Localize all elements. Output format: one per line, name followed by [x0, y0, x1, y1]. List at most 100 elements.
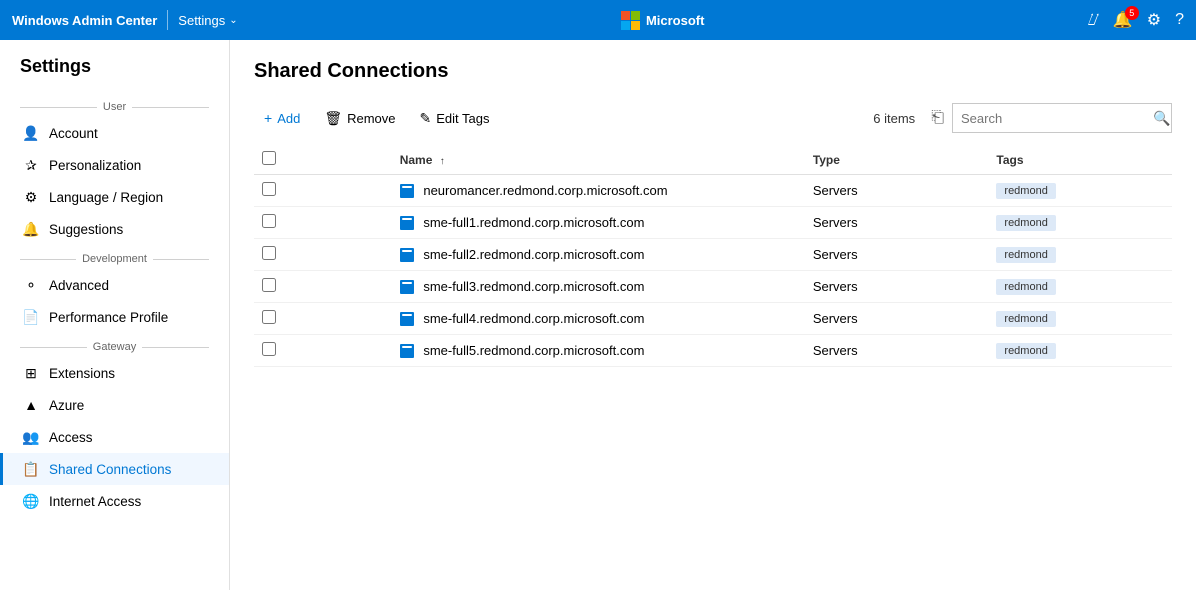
- sidebar-item-extensions-label: Extensions: [49, 366, 115, 381]
- cog-icon: ⚬: [23, 277, 39, 293]
- edit-tags-button[interactable]: ✎ Edit Tags: [410, 105, 500, 132]
- sidebar-item-advanced[interactable]: ⚬ Advanced: [0, 269, 229, 301]
- sidebar-item-azure[interactable]: ▲ Azure: [0, 389, 229, 421]
- sidebar-section-gateway: Gateway: [0, 333, 229, 357]
- content-area: Shared Connections + Add 🗑 Remove ✎ Edit…: [230, 40, 1196, 590]
- table-row: sme-full1.redmond.corp.microsoft.com Ser…: [254, 207, 1172, 239]
- tags-column-header[interactable]: Tags: [988, 145, 1172, 175]
- sidebar-item-azure-label: Azure: [49, 398, 84, 413]
- row-tags: redmond: [988, 303, 1172, 335]
- row-checkbox[interactable]: [262, 246, 276, 260]
- server-icon: [400, 184, 414, 198]
- gear-icon: ⚙: [23, 189, 39, 205]
- row-type: Servers: [805, 303, 989, 335]
- add-button[interactable]: + Add: [254, 105, 310, 131]
- sidebar-item-extensions[interactable]: ⊞ Extensions: [0, 357, 229, 389]
- server-name: sme-full3.redmond.corp.microsoft.com: [423, 279, 644, 294]
- row-checkbox-cell: [254, 207, 392, 239]
- sidebar-item-performance-label: Performance Profile: [49, 310, 168, 325]
- sidebar-item-suggestions[interactable]: 🔔 Suggestions: [0, 213, 229, 245]
- triangle-icon: ▲: [23, 397, 39, 413]
- row-checkbox[interactable]: [262, 182, 276, 196]
- tag-badge: redmond: [996, 183, 1055, 199]
- sidebar-item-sharedconnections-label: Shared Connections: [49, 462, 171, 477]
- microsoft-label: Microsoft: [646, 13, 705, 28]
- topbar-divider: [167, 10, 168, 30]
- remove-button[interactable]: 🗑 Remove: [314, 105, 405, 132]
- server-icon: [400, 216, 414, 230]
- row-checkbox[interactable]: [262, 214, 276, 228]
- tag-badge: redmond: [996, 279, 1055, 295]
- sidebar-item-access-label: Access: [49, 430, 93, 445]
- add-label: Add: [277, 111, 300, 126]
- row-type: Servers: [805, 271, 989, 303]
- server-icon: [400, 312, 414, 326]
- tag-badge: redmond: [996, 311, 1055, 327]
- edit-tags-label: Edit Tags: [436, 111, 489, 126]
- sidebar-item-sharedconnections[interactable]: 📋 Shared Connections: [0, 453, 229, 485]
- table-row: sme-full3.redmond.corp.microsoft.com Ser…: [254, 271, 1172, 303]
- name-column-header[interactable]: Name ↑: [392, 145, 805, 175]
- table-row: sme-full5.redmond.corp.microsoft.com Ser…: [254, 335, 1172, 367]
- row-tags: redmond: [988, 239, 1172, 271]
- server-icon: [400, 248, 414, 262]
- search-input[interactable]: [953, 104, 1145, 132]
- sidebar-item-personalization[interactable]: ✰ Personalization: [0, 149, 229, 181]
- tag-icon: ✎: [420, 110, 432, 127]
- row-checkbox-cell: [254, 239, 392, 271]
- row-type: Servers: [805, 335, 989, 367]
- table-row: sme-full4.redmond.corp.microsoft.com Ser…: [254, 303, 1172, 335]
- row-checkbox-cell: [254, 335, 392, 367]
- row-checkbox[interactable]: [262, 342, 276, 356]
- notification-button[interactable]: 🔔 5: [1113, 10, 1133, 30]
- row-checkbox[interactable]: [262, 278, 276, 292]
- settings-menu[interactable]: Settings ⌄: [178, 13, 237, 28]
- row-checkbox-cell: [254, 303, 392, 335]
- sidebar-item-account[interactable]: 👤 Account: [0, 117, 229, 149]
- sidebar-item-internetaccess-label: Internet Access: [49, 494, 141, 509]
- people-icon: 👥: [23, 429, 39, 445]
- bell-icon: 🔔: [23, 221, 39, 237]
- sidebar-item-language[interactable]: ⚙ Language / Region: [0, 181, 229, 213]
- page-title: Shared Connections: [254, 60, 1172, 83]
- person-icon: 👤: [23, 125, 39, 141]
- row-type: Servers: [805, 175, 989, 207]
- row-name: sme-full1.redmond.corp.microsoft.com: [392, 207, 805, 239]
- row-name: sme-full2.redmond.corp.microsoft.com: [392, 239, 805, 271]
- sidebar-section-user: User: [0, 93, 229, 117]
- sidebar-item-access[interactable]: 👥 Access: [0, 421, 229, 453]
- toolbar: + Add 🗑 Remove ✎ Edit Tags 6 items ⎗ 🔍: [254, 103, 1172, 133]
- search-box: 🔍: [952, 103, 1172, 133]
- remove-label: Remove: [347, 111, 395, 126]
- remove-icon: 🗑: [324, 110, 342, 127]
- topbar: Windows Admin Center Settings ⌄ Microsof…: [0, 0, 1196, 40]
- server-name: sme-full5.redmond.corp.microsoft.com: [423, 343, 644, 358]
- name-header-label: Name: [400, 153, 433, 167]
- topbar-center: Microsoft: [238, 11, 1088, 30]
- sidebar-item-performance[interactable]: 📄 Performance Profile: [0, 301, 229, 333]
- terminal-button[interactable]: ⌰: [1088, 10, 1099, 30]
- select-all-checkbox[interactable]: [262, 151, 276, 165]
- row-type: Servers: [805, 239, 989, 271]
- row-name: sme-full3.redmond.corp.microsoft.com: [392, 271, 805, 303]
- tags-header-label: Tags: [996, 153, 1023, 167]
- type-column-header[interactable]: Type: [805, 145, 989, 175]
- table-icon: 📋: [23, 461, 39, 477]
- add-icon: +: [264, 110, 272, 126]
- row-name: sme-full4.redmond.corp.microsoft.com: [392, 303, 805, 335]
- row-tags: redmond: [988, 271, 1172, 303]
- search-button[interactable]: 🔍: [1145, 104, 1178, 132]
- search-icon: 🔍: [1153, 110, 1170, 127]
- filter-button[interactable]: ⎗: [927, 105, 948, 131]
- settings-label: Settings: [178, 13, 225, 28]
- help-button[interactable]: ?: [1175, 11, 1184, 29]
- connections-table: Name ↑ Type Tags neuromancer.redmond.cor…: [254, 145, 1172, 367]
- sidebar-item-internetaccess[interactable]: 🌐 Internet Access: [0, 485, 229, 517]
- sidebar-item-account-label: Account: [49, 126, 98, 141]
- row-name: sme-full5.redmond.corp.microsoft.com: [392, 335, 805, 367]
- row-checkbox-cell: [254, 175, 392, 207]
- server-icon: [400, 344, 414, 358]
- gear-button[interactable]: ⚙: [1147, 10, 1161, 30]
- tag-badge: redmond: [996, 215, 1055, 231]
- row-checkbox[interactable]: [262, 310, 276, 324]
